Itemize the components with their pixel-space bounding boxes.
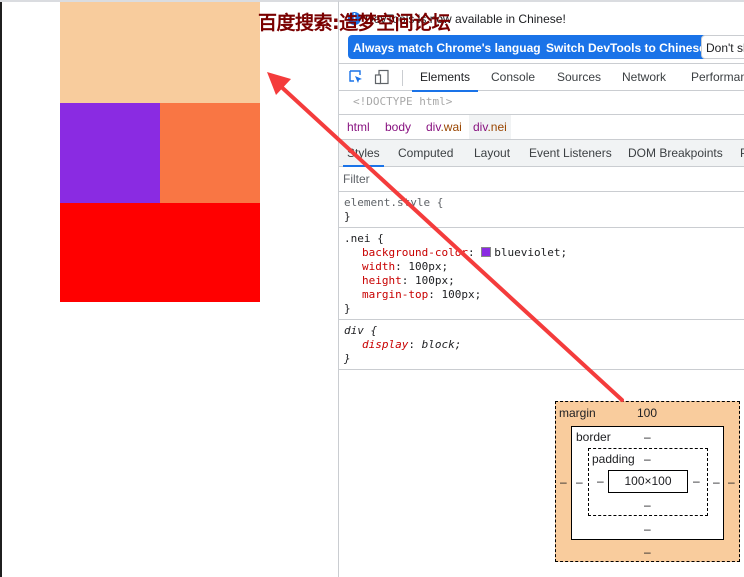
toolbar-separator (402, 70, 403, 86)
subtab-computed[interactable]: Computed (398, 140, 453, 166)
breadcrumb-div-nei[interactable]: div.nei (469, 115, 511, 139)
dom-tree-doctype[interactable]: <!DOCTYPE html> (339, 91, 744, 115)
dont-show-again-button[interactable]: Don't show again (701, 35, 744, 59)
rule-close-brace: } (344, 210, 351, 223)
infobar-message: DevTools is now available in Chinese! (365, 12, 566, 26)
declaration-display[interactable]: display: block; (344, 338, 744, 352)
box-model-border[interactable]: border – – – – padding – – – – 100×100 (571, 426, 724, 540)
filter-bar (339, 167, 744, 192)
border-left-value[interactable]: – (576, 475, 583, 489)
breadcrumb: html body div.wai div.nei (339, 115, 744, 140)
info-icon: i (348, 12, 361, 25)
declaration-margin-top[interactable]: margin-top: 100px; (344, 288, 744, 302)
border-bottom-value[interactable]: – (644, 522, 651, 536)
rule-element-style[interactable]: element.style { } (339, 192, 744, 228)
padding-top-value[interactable]: – (644, 452, 651, 466)
rule-selector: .nei { (344, 232, 384, 245)
rule-close-brace: } (344, 302, 351, 315)
inspect-element-icon[interactable] (348, 69, 364, 85)
device-toolbar-icon[interactable] (374, 69, 390, 85)
margin-top-value[interactable]: 100 (637, 406, 657, 420)
rule-selector: element.style { (344, 196, 444, 209)
tab-elements[interactable]: Elements (411, 64, 479, 92)
subtab-event-listeners[interactable]: Event Listeners (529, 140, 612, 166)
language-infobar: i DevTools is now available in Chinese! … (339, 2, 744, 64)
tab-network[interactable]: Network (622, 64, 666, 91)
devtools-panel: i DevTools is now available in Chinese! … (338, 0, 744, 577)
page-viewport (0, 0, 338, 577)
border-label: border (576, 430, 611, 444)
subtab-layout[interactable]: Layout (474, 140, 510, 166)
rule-close-brace: } (344, 352, 351, 365)
border-top-value[interactable]: – (644, 430, 651, 444)
subtab-properties[interactable]: Properties (740, 140, 744, 166)
window-edge (0, 2, 2, 577)
switch-to-chinese-button[interactable]: Switch DevTools to Chinese (541, 35, 711, 59)
padding-bottom-value[interactable]: – (644, 498, 651, 512)
breadcrumb-body[interactable]: body (381, 115, 415, 139)
margin-right-value[interactable]: – (728, 475, 735, 489)
styles-filter-input[interactable] (343, 169, 733, 189)
padding-label: padding (592, 452, 635, 466)
subtab-styles[interactable]: Styles (343, 140, 384, 167)
declaration-background-color[interactable]: background-color: blueviolet; (344, 246, 744, 260)
subtab-dom-breakpoints[interactable]: DOM Breakpoints (628, 140, 723, 166)
always-match-language-button[interactable]: Always match Chrome's language (348, 35, 553, 59)
rule-div-user-agent[interactable]: div { display: block; } (339, 320, 744, 370)
padding-right-value[interactable]: – (693, 474, 700, 488)
devtools-tabbar: Elements Console Sources Network Perform… (339, 64, 744, 92)
rule-nei[interactable]: .nei { background-color: blueviolet; wid… (339, 228, 744, 320)
tab-sources[interactable]: Sources (557, 64, 601, 91)
nei-box[interactable] (60, 103, 160, 203)
declaration-width[interactable]: width: 100px; (344, 260, 744, 274)
margin-label: margin (559, 406, 596, 420)
bottom-box[interactable] (60, 203, 260, 302)
tab-console[interactable]: Console (491, 64, 535, 91)
box-model-content-size[interactable]: 100×100 (608, 470, 688, 493)
declaration-height[interactable]: height: 100px; (344, 274, 744, 288)
border-right-value[interactable]: – (713, 475, 720, 489)
tab-performance[interactable]: Performance (691, 64, 744, 91)
color-swatch[interactable] (481, 247, 492, 257)
padding-left-value[interactable]: – (597, 474, 604, 488)
side-box[interactable] (160, 103, 260, 203)
breadcrumb-html[interactable]: html (343, 115, 374, 139)
rule-selector: div { (344, 324, 378, 337)
breadcrumb-div-wai[interactable]: div.wai (422, 115, 466, 139)
wai-box[interactable] (60, 2, 260, 103)
box-model-padding[interactable]: padding – – – – 100×100 (588, 448, 708, 516)
margin-left-value[interactable]: – (560, 475, 567, 489)
margin-bottom-value[interactable]: – (644, 545, 651, 559)
box-model-margin[interactable]: margin 100 – – – border – – – – padding … (555, 401, 740, 562)
styles-subtabs: Styles Computed Layout Event Listeners D… (339, 140, 744, 167)
